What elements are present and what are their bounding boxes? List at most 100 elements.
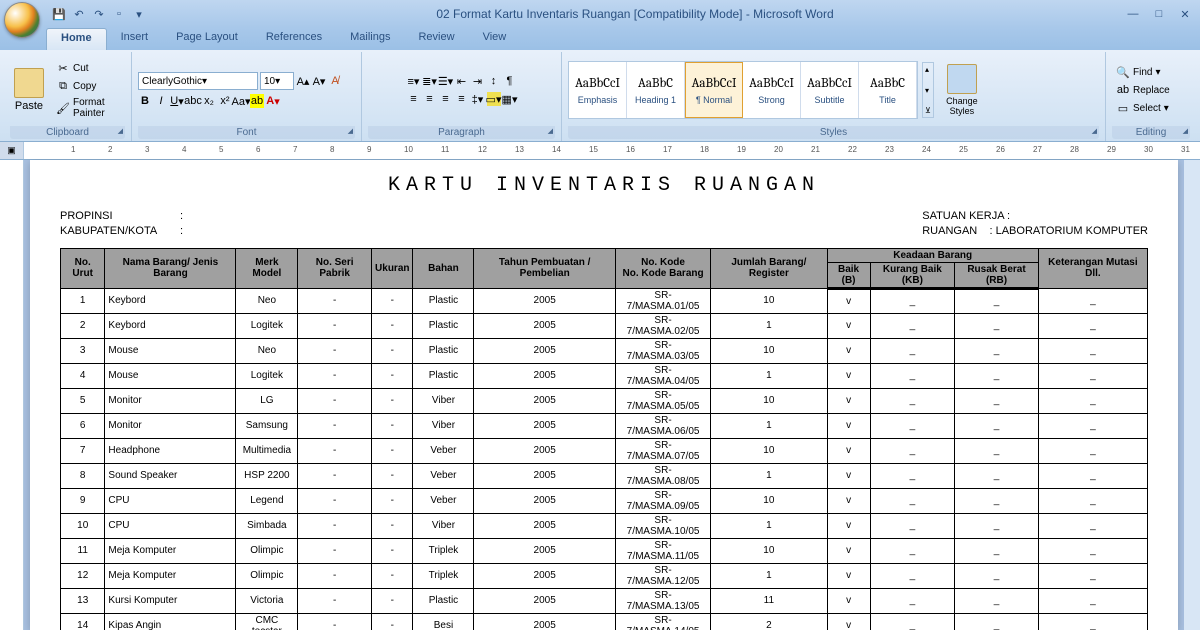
minimize-button[interactable]: — xyxy=(1122,5,1144,23)
numbering-button[interactable]: ≣▾ xyxy=(423,74,437,88)
table-row: 7HeadphoneMultimedia--Veber2005SR-7/MASM… xyxy=(61,438,1148,463)
borders-button[interactable]: ▦▾ xyxy=(503,92,517,106)
col-keadaan: Keadaan Barang xyxy=(827,248,1038,262)
style-label: Heading 1 xyxy=(635,95,676,105)
multilevel-button[interactable]: ☰▾ xyxy=(439,74,453,88)
propinsi-value: : xyxy=(180,210,183,222)
italic-button[interactable]: I xyxy=(154,94,168,108)
style-label: Subtitle xyxy=(814,95,844,105)
styles-scroll-down[interactable]: ▾ xyxy=(923,84,933,97)
style-label: Strong xyxy=(758,95,785,105)
col-bahan: Bahan xyxy=(413,248,474,288)
brush-icon: 🖌 xyxy=(56,101,70,115)
col-seri: No. Seri Pabrik xyxy=(298,248,372,288)
style-preview: AaBbCcI xyxy=(749,76,794,91)
style-item[interactable]: AaBbCHeading 1 xyxy=(627,62,685,118)
paste-button[interactable]: Paste xyxy=(10,64,48,116)
change-styles-label: Change Styles xyxy=(942,96,982,116)
tab-page-layout[interactable]: Page Layout xyxy=(162,28,252,50)
style-label: Title xyxy=(879,95,896,105)
copy-button[interactable]: ⧉Copy xyxy=(52,78,125,94)
group-label-editing: Editing xyxy=(1112,126,1190,139)
underline-button[interactable]: U▾ xyxy=(170,94,184,108)
paste-icon xyxy=(14,68,44,98)
document-page[interactable]: KARTU INVENTARIS RUANGAN PROPINSI: KABUP… xyxy=(30,160,1178,630)
window-title: 02 Format Kartu Inventaris Ruangan [Comp… xyxy=(148,7,1122,21)
titlebar: 💾 ↶ ↷ ▫ ▾ 02 Format Kartu Inventaris Rua… xyxy=(0,0,1200,28)
styles-scroll-up[interactable]: ▴ xyxy=(923,63,933,76)
group-styles: AaBbCcIEmphasisAaBbCHeading 1AaBbCcI¶ No… xyxy=(562,52,1106,141)
change-case-button[interactable]: Aa▾ xyxy=(234,94,248,108)
superscript-button[interactable]: x² xyxy=(218,94,232,108)
align-right-button[interactable]: ≡ xyxy=(439,92,453,106)
sort-button[interactable]: ↕ xyxy=(487,74,501,88)
style-preview: AaBbC xyxy=(870,76,905,91)
redo-icon[interactable]: ↷ xyxy=(90,5,108,23)
ruler-vertical[interactable] xyxy=(0,160,24,630)
style-preview: AaBbCcI xyxy=(575,76,620,91)
tab-insert[interactable]: Insert xyxy=(107,28,163,50)
dec-indent-button[interactable]: ⇤ xyxy=(455,74,469,88)
maximize-button[interactable]: □ xyxy=(1148,5,1170,23)
tab-home[interactable]: Home xyxy=(46,28,107,50)
table-row: 4MouseLogitek--Plastic2005SR-7/MASMA.04/… xyxy=(61,363,1148,388)
scrollbar-vertical[interactable] xyxy=(1184,160,1200,630)
ruler[interactable]: 1234567891011121314151617181920212223242… xyxy=(24,142,1200,159)
find-icon: 🔍 xyxy=(1116,65,1130,79)
find-button[interactable]: 🔍Find ▾ xyxy=(1112,64,1164,80)
undo-icon[interactable]: ↶ xyxy=(70,5,88,23)
show-marks-button[interactable]: ¶ xyxy=(503,74,517,88)
style-item[interactable]: AaBbCcISubtitle xyxy=(801,62,859,118)
clear-format-icon[interactable]: A̸ xyxy=(328,74,342,88)
group-label-clipboard: Clipboard xyxy=(10,126,125,139)
styles-gallery[interactable]: AaBbCcIEmphasisAaBbCHeading 1AaBbCcI¶ No… xyxy=(568,61,918,119)
office-button[interactable] xyxy=(4,2,40,38)
select-button[interactable]: ▭Select ▾ xyxy=(1112,100,1173,116)
col-no: No. Urut xyxy=(61,248,105,288)
ruler-horizontal: ▣ 12345678910111213141516171819202122232… xyxy=(0,142,1200,160)
justify-button[interactable]: ≡ xyxy=(455,92,469,106)
inc-indent-button[interactable]: ⇥ xyxy=(471,74,485,88)
ruler-corner[interactable]: ▣ xyxy=(0,142,24,159)
format-painter-button[interactable]: 🖌Format Painter xyxy=(52,96,125,120)
tab-mailings[interactable]: Mailings xyxy=(336,28,404,50)
style-item[interactable]: AaBbCcIEmphasis xyxy=(569,62,627,118)
font-name-combo[interactable]: ClearlyGothic ▾ xyxy=(138,72,258,90)
align-left-button[interactable]: ≡ xyxy=(407,92,421,106)
font-color-button[interactable]: A▾ xyxy=(266,94,280,108)
grow-font-icon[interactable]: A▴ xyxy=(296,74,310,88)
tab-review[interactable]: Review xyxy=(404,28,468,50)
bullets-button[interactable]: ≡▾ xyxy=(407,74,421,88)
col-baik: Baik (B) xyxy=(827,262,870,288)
strike-button[interactable]: abc xyxy=(186,94,200,108)
font-size-combo[interactable]: 10 ▾ xyxy=(260,72,294,90)
new-icon[interactable]: ▫ xyxy=(110,5,128,23)
style-item[interactable]: AaBbCcI¶ Normal xyxy=(685,62,743,118)
close-button[interactable]: ✕ xyxy=(1174,5,1196,23)
line-spacing-button[interactable]: ‡▾ xyxy=(471,92,485,106)
styles-more[interactable]: ⊻ xyxy=(923,104,933,117)
subscript-button[interactable]: x₂ xyxy=(202,94,216,108)
qat-dropdown-icon[interactable]: ▾ xyxy=(130,5,148,23)
style-item[interactable]: AaBbCcI Strong xyxy=(743,62,801,118)
table-row: 2KeybordLogitek--Plastic2005SR-7/MASMA.0… xyxy=(61,313,1148,338)
save-icon[interactable]: 💾 xyxy=(50,5,68,23)
change-styles-button[interactable]: Change Styles xyxy=(938,60,986,120)
bold-button[interactable]: B xyxy=(138,94,152,108)
table-row: 6MonitorSamsung--Viber2005SR-7/MASMA.06/… xyxy=(61,413,1148,438)
document-area: KARTU INVENTARIS RUANGAN PROPINSI: KABUP… xyxy=(0,160,1200,630)
cut-button[interactable]: ✂Cut xyxy=(52,60,125,76)
shading-button[interactable]: ▭▾ xyxy=(487,92,501,106)
ribbon-tabs: Home Insert Page Layout References Maili… xyxy=(0,28,1200,50)
tab-view[interactable]: View xyxy=(469,28,521,50)
highlight-button[interactable]: ab xyxy=(250,94,264,108)
table-row: 3MouseNeo--Plastic2005SR-7/MASMA.03/0510… xyxy=(61,338,1148,363)
col-kode: No. Kode No. Kode Barang xyxy=(615,248,710,288)
table-row: 1KeybordNeo--Plastic2005SR-7/MASMA.01/05… xyxy=(61,288,1148,313)
cut-icon: ✂ xyxy=(56,61,70,75)
shrink-font-icon[interactable]: A▾ xyxy=(312,74,326,88)
tab-references[interactable]: References xyxy=(252,28,336,50)
replace-button[interactable]: abReplace xyxy=(1112,82,1174,98)
align-center-button[interactable]: ≡ xyxy=(423,92,437,106)
style-item[interactable]: AaBbC Title xyxy=(859,62,917,118)
